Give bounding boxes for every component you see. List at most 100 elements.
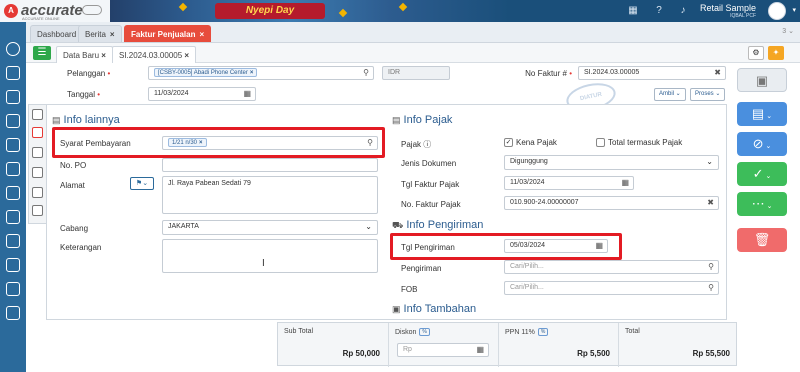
help-icon[interactable]: ? [652,4,666,18]
cloud-icon [82,5,102,15]
diskon-cell: Diskon% Rp ▦ [388,323,498,367]
tax-icon: ▤ [392,115,401,125]
tgl-faktur-pajak-label: Tgl Faktur Pajak [401,180,460,189]
package-icon[interactable] [6,138,20,152]
list-menu-button[interactable]: ☰ [33,46,51,60]
no-faktur-field[interactable]: SI.2024.03.00005 ✖ [578,66,726,80]
receipt-icon[interactable] [6,162,20,176]
no-faktur-pajak-field[interactable]: 010.900-24.00000007 ✖ [504,196,719,210]
document-icon[interactable] [6,114,20,128]
invoice-icon[interactable] [32,109,43,120]
truck-icon[interactable] [6,210,20,224]
calendar-icon[interactable]: ▦ [621,177,629,189]
close-icon[interactable]: × [101,51,106,60]
search-icon[interactable]: ⚲ [708,282,714,294]
document-tab-strip: ☰ Data Baru × SI.2024.03.00005 × ⚙ ✦ [26,43,800,63]
bank-icon[interactable] [6,66,20,80]
info-icon[interactable] [32,127,43,138]
promo-title: Nyepi Day [215,3,325,19]
fob-field[interactable]: Cari/Pilih... ⚲ [504,281,719,295]
report-icon[interactable] [6,306,20,320]
more-options-button[interactable]: ⋯ ⌄ [737,192,787,216]
text-cursor-icon: I [262,258,265,269]
bell-icon[interactable]: ♪ [676,4,690,18]
lightbulb-icon[interactable]: ✦ [768,46,784,60]
keterangan-label: Keterangan [60,243,102,252]
save-button[interactable]: ▣ [737,68,787,92]
ambil-button[interactable]: Ambil ⌄ [654,88,686,101]
pelanggan-label: Pelanggan • [67,69,111,78]
print-button[interactable]: ▤ ⌄ [737,102,787,126]
no-faktur-pajak-label: No. Faktur Pajak [401,200,461,209]
calculator-icon[interactable] [6,282,20,296]
truck-icon[interactable] [32,147,43,158]
tab-strip: Dashboard Berita × Faktur Penjualan × 3 ⌄ [26,22,800,43]
top-bar: A accurate ACCURATE ONLINE Nyepi Day ▦ ?… [0,0,800,22]
tab-dashboard[interactable]: Dashboard [30,25,84,42]
settings-icon[interactable] [6,42,20,56]
chart-icon[interactable] [6,234,20,248]
grid-apps-icon[interactable]: ▦ [626,4,640,18]
alamat-label: Alamat [60,181,85,190]
cabang-select[interactable]: JAKARTA ⌄ [162,220,378,235]
currency-field: IDR [382,66,450,80]
app-logo-sub: ACCURATE ONLINE [22,16,60,21]
percent-toggle[interactable]: % [419,328,430,336]
jenis-dokumen-select[interactable]: Digunggung ⌄ [504,155,719,170]
keterangan-textarea[interactable] [162,239,378,273]
chevron-down-icon[interactable]: ⌄ [365,221,372,233]
pengiriman-field[interactable]: Cari/Pilih... ⚲ [504,260,719,274]
gear-icon[interactable]: ⚙ [748,46,764,60]
pelanggan-field[interactable]: [CSBY-0005] Abadi Phone Center × ⚲ [148,66,374,80]
clear-icon[interactable]: ✖ [714,67,721,79]
close-icon[interactable]: × [110,30,115,39]
remove-icon[interactable]: × [250,70,254,76]
accurate-logo-icon: A [4,4,18,18]
info-pengiriman-title: ⛟ Info Pengiriman [392,219,484,231]
search-icon[interactable]: ⚲ [363,67,369,79]
sub-total-label: Sub Total [284,328,314,335]
tgl-faktur-pajak-field[interactable]: 11/03/2024 ▦ [504,176,634,190]
tanggal-field[interactable]: 11/03/2024 ▦ [148,87,256,101]
history-icon[interactable] [32,187,43,198]
list-icon: ▤ [52,115,61,125]
kena-pajak-checkbox[interactable]: ✓ Kena Pajak [504,138,557,148]
diskon-label: Diskon% [395,328,430,336]
close-icon[interactable]: × [184,51,189,60]
building-icon[interactable] [6,90,20,104]
tax-icon[interactable] [32,167,43,178]
calculator-icon[interactable]: ▦ [476,344,484,356]
proses-button[interactable]: Proses ⌄ [690,88,726,101]
subtab-document[interactable]: SI.2024.03.00005 × [112,46,197,63]
tab-faktur-penjualan[interactable]: Faktur Penjualan × [124,25,212,42]
close-icon[interactable]: × [199,30,204,39]
no-po-field[interactable] [162,158,378,172]
info-icon: ⓘ [423,140,432,149]
storage-icon[interactable] [6,258,20,272]
subtab-data-baru[interactable]: Data Baru × [56,46,113,63]
calendar-icon[interactable]: ▦ [243,88,251,100]
attachment-button[interactable]: ⊘ ⌄ [737,132,787,156]
diskon-field[interactable]: Rp ▦ [397,343,489,357]
tab-berita[interactable]: Berita × [78,25,122,42]
avatar[interactable] [768,2,786,20]
chevron-down-icon[interactable]: ▾ [792,6,796,14]
search-icon[interactable]: ⚲ [708,261,714,273]
total-termasuk-pajak-checkbox[interactable]: Total termasuk Pajak [596,138,682,148]
user-name[interactable]: Retail Sample [700,3,756,13]
delete-button[interactable]: 🗑 [737,228,787,252]
approve-button[interactable]: ✓ ⌄ [737,162,787,186]
total-label: Total [625,328,640,335]
map-pin-button[interactable]: ⚑⌄ [130,177,154,190]
tab-count[interactable]: 3 ⌄ [782,27,794,35]
clear-icon[interactable]: ✖ [707,197,714,209]
percent-toggle[interactable]: % [537,328,549,336]
chevron-down-icon[interactable]: ⌄ [706,156,713,168]
cart-icon[interactable] [6,186,20,200]
notes-icon[interactable] [32,205,43,216]
sub-total-cell: Sub Total Rp 50,000 [278,323,388,367]
alamat-textarea[interactable]: Jl. Raya Pabean Sedati 79 [162,176,378,214]
info-lainnya-title: ▤ Info lainnya [52,114,120,126]
ppn-cell: PPN 11%% Rp 5,500 [498,323,618,367]
total-cell: Total Rp 55,500 [618,323,738,367]
